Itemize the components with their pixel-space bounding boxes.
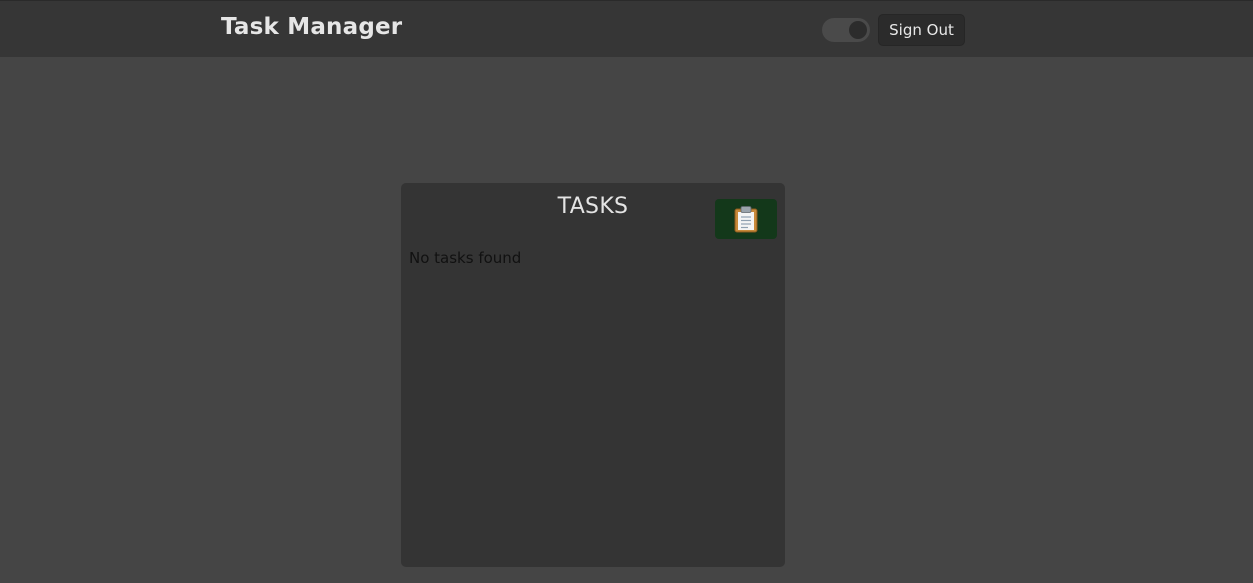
clipboard-icon xyxy=(734,206,758,233)
sign-out-button[interactable]: Sign Out xyxy=(878,14,965,46)
tasks-panel: TASKS No tasks found xyxy=(401,183,785,567)
toggle-knob xyxy=(849,21,867,39)
add-task-button[interactable] xyxy=(715,199,777,239)
empty-tasks-message: No tasks found xyxy=(409,249,522,267)
top-navbar: Task Manager Sign Out xyxy=(0,0,1253,57)
theme-toggle[interactable] xyxy=(822,18,870,42)
app-title: Task Manager xyxy=(221,14,403,40)
